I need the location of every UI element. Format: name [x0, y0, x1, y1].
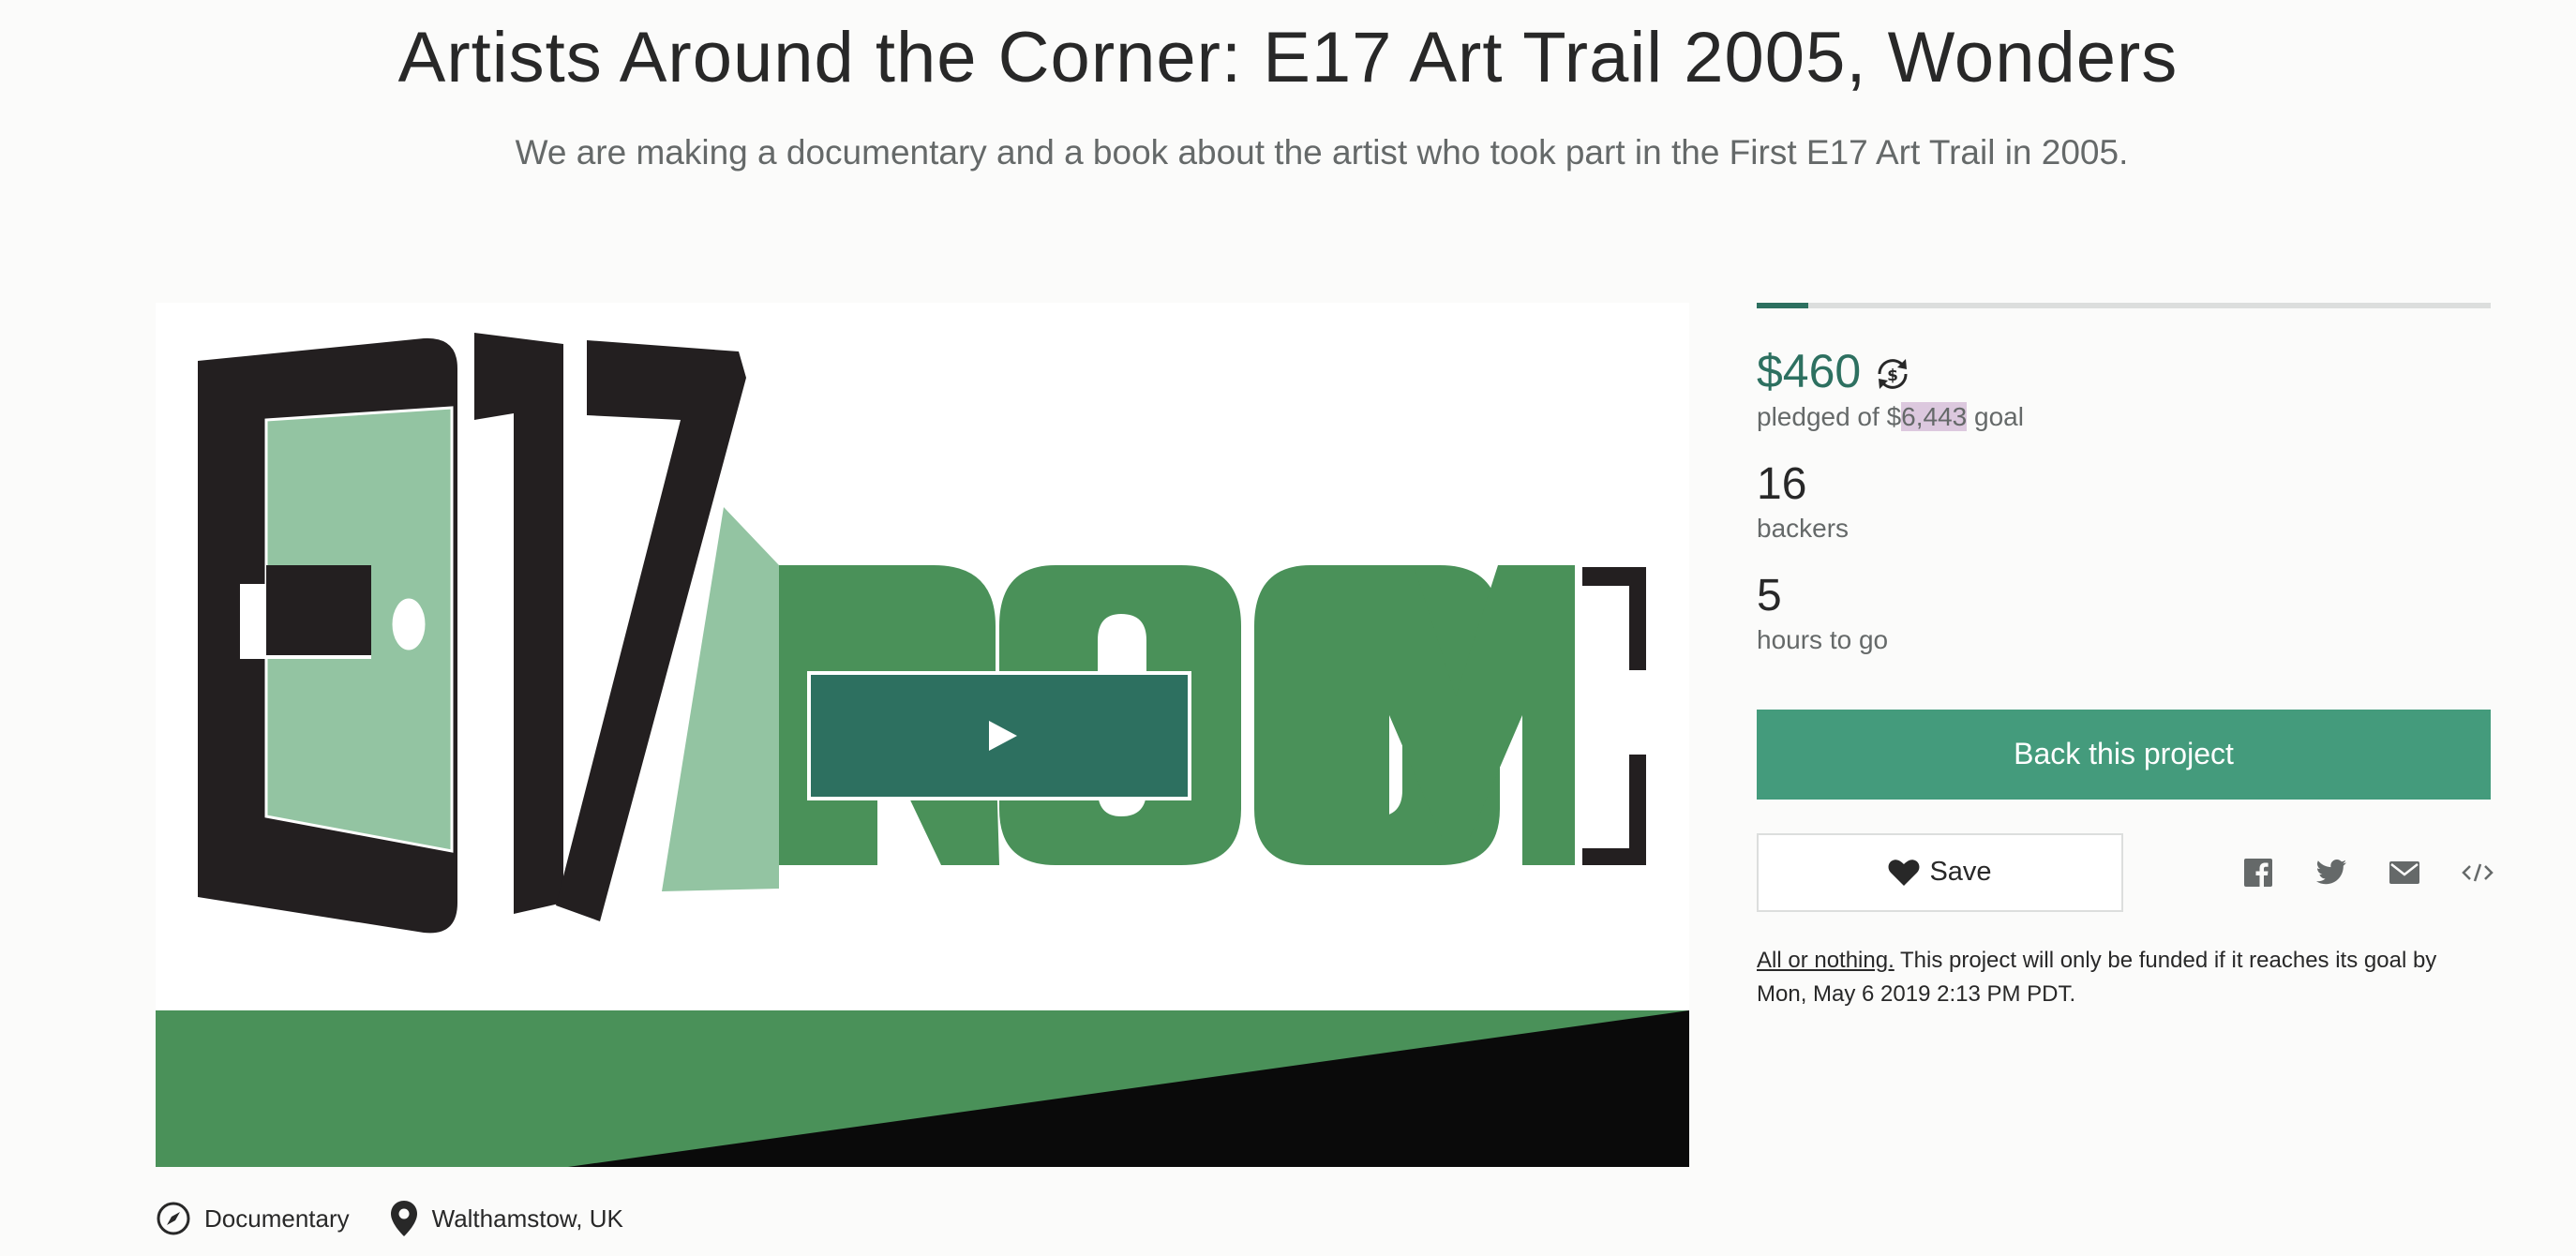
save-label: Save — [1929, 857, 1992, 888]
heart-icon — [1888, 859, 1920, 886]
play-video-button[interactable] — [807, 671, 1191, 800]
location-label: Walthamstow, UK — [431, 1204, 623, 1233]
page-title: Artists Around the Corner: E17 Art Trail… — [397, 18, 2179, 97]
share-icons — [2204, 854, 2496, 891]
logo-doorknob — [389, 595, 428, 653]
time-remaining-count: 5 — [1757, 570, 1782, 621]
location-link[interactable]: Walthamstow, UK — [389, 1199, 623, 1238]
compass-icon — [157, 1202, 190, 1235]
goal-amount: 6,443 — [1901, 402, 1968, 431]
facebook-icon[interactable] — [2239, 854, 2277, 891]
all-or-nothing-link[interactable]: All or nothing. — [1757, 948, 1895, 973]
project-meta: Documentary Walthamstow, UK — [156, 1195, 663, 1242]
funding-progress-fill — [1757, 303, 1808, 308]
email-icon[interactable] — [2386, 854, 2423, 891]
funding-note: All or nothing. This project will only b… — [1757, 944, 2491, 1011]
back-project-button[interactable]: Back this project — [1757, 709, 2491, 800]
backers-count: 16 — [1757, 459, 1807, 509]
twitter-icon[interactable] — [2313, 854, 2350, 891]
time-remaining-label: hours to go — [1757, 624, 1889, 654]
funding-sidebar: $460 $ pledged of $6,443 goal 16 backers… — [1757, 303, 2494, 1011]
svg-text:$: $ — [1887, 366, 1898, 385]
category-label: Documentary — [204, 1204, 350, 1233]
page-subtitle: We are making a documentary and a book a… — [515, 133, 2129, 172]
embed-icon[interactable] — [2459, 854, 2496, 891]
goal-prefix: pledged of $ — [1757, 402, 1902, 431]
project-video[interactable] — [156, 303, 1689, 1167]
goal-suffix: goal — [1967, 402, 2024, 431]
category-link[interactable]: Documentary — [156, 1201, 350, 1236]
map-pin-icon — [390, 1201, 417, 1236]
goal-text: pledged of $6,443 goal — [1757, 402, 2491, 432]
currency-conversion-icon[interactable]: $ — [1872, 353, 1913, 395]
funding-progress-bar — [1757, 303, 2491, 308]
save-button[interactable]: Save — [1757, 832, 2123, 912]
backers-label: backers — [1757, 513, 1850, 543]
pledged-amount: $460 — [1757, 345, 1862, 397]
play-icon — [989, 721, 1017, 751]
